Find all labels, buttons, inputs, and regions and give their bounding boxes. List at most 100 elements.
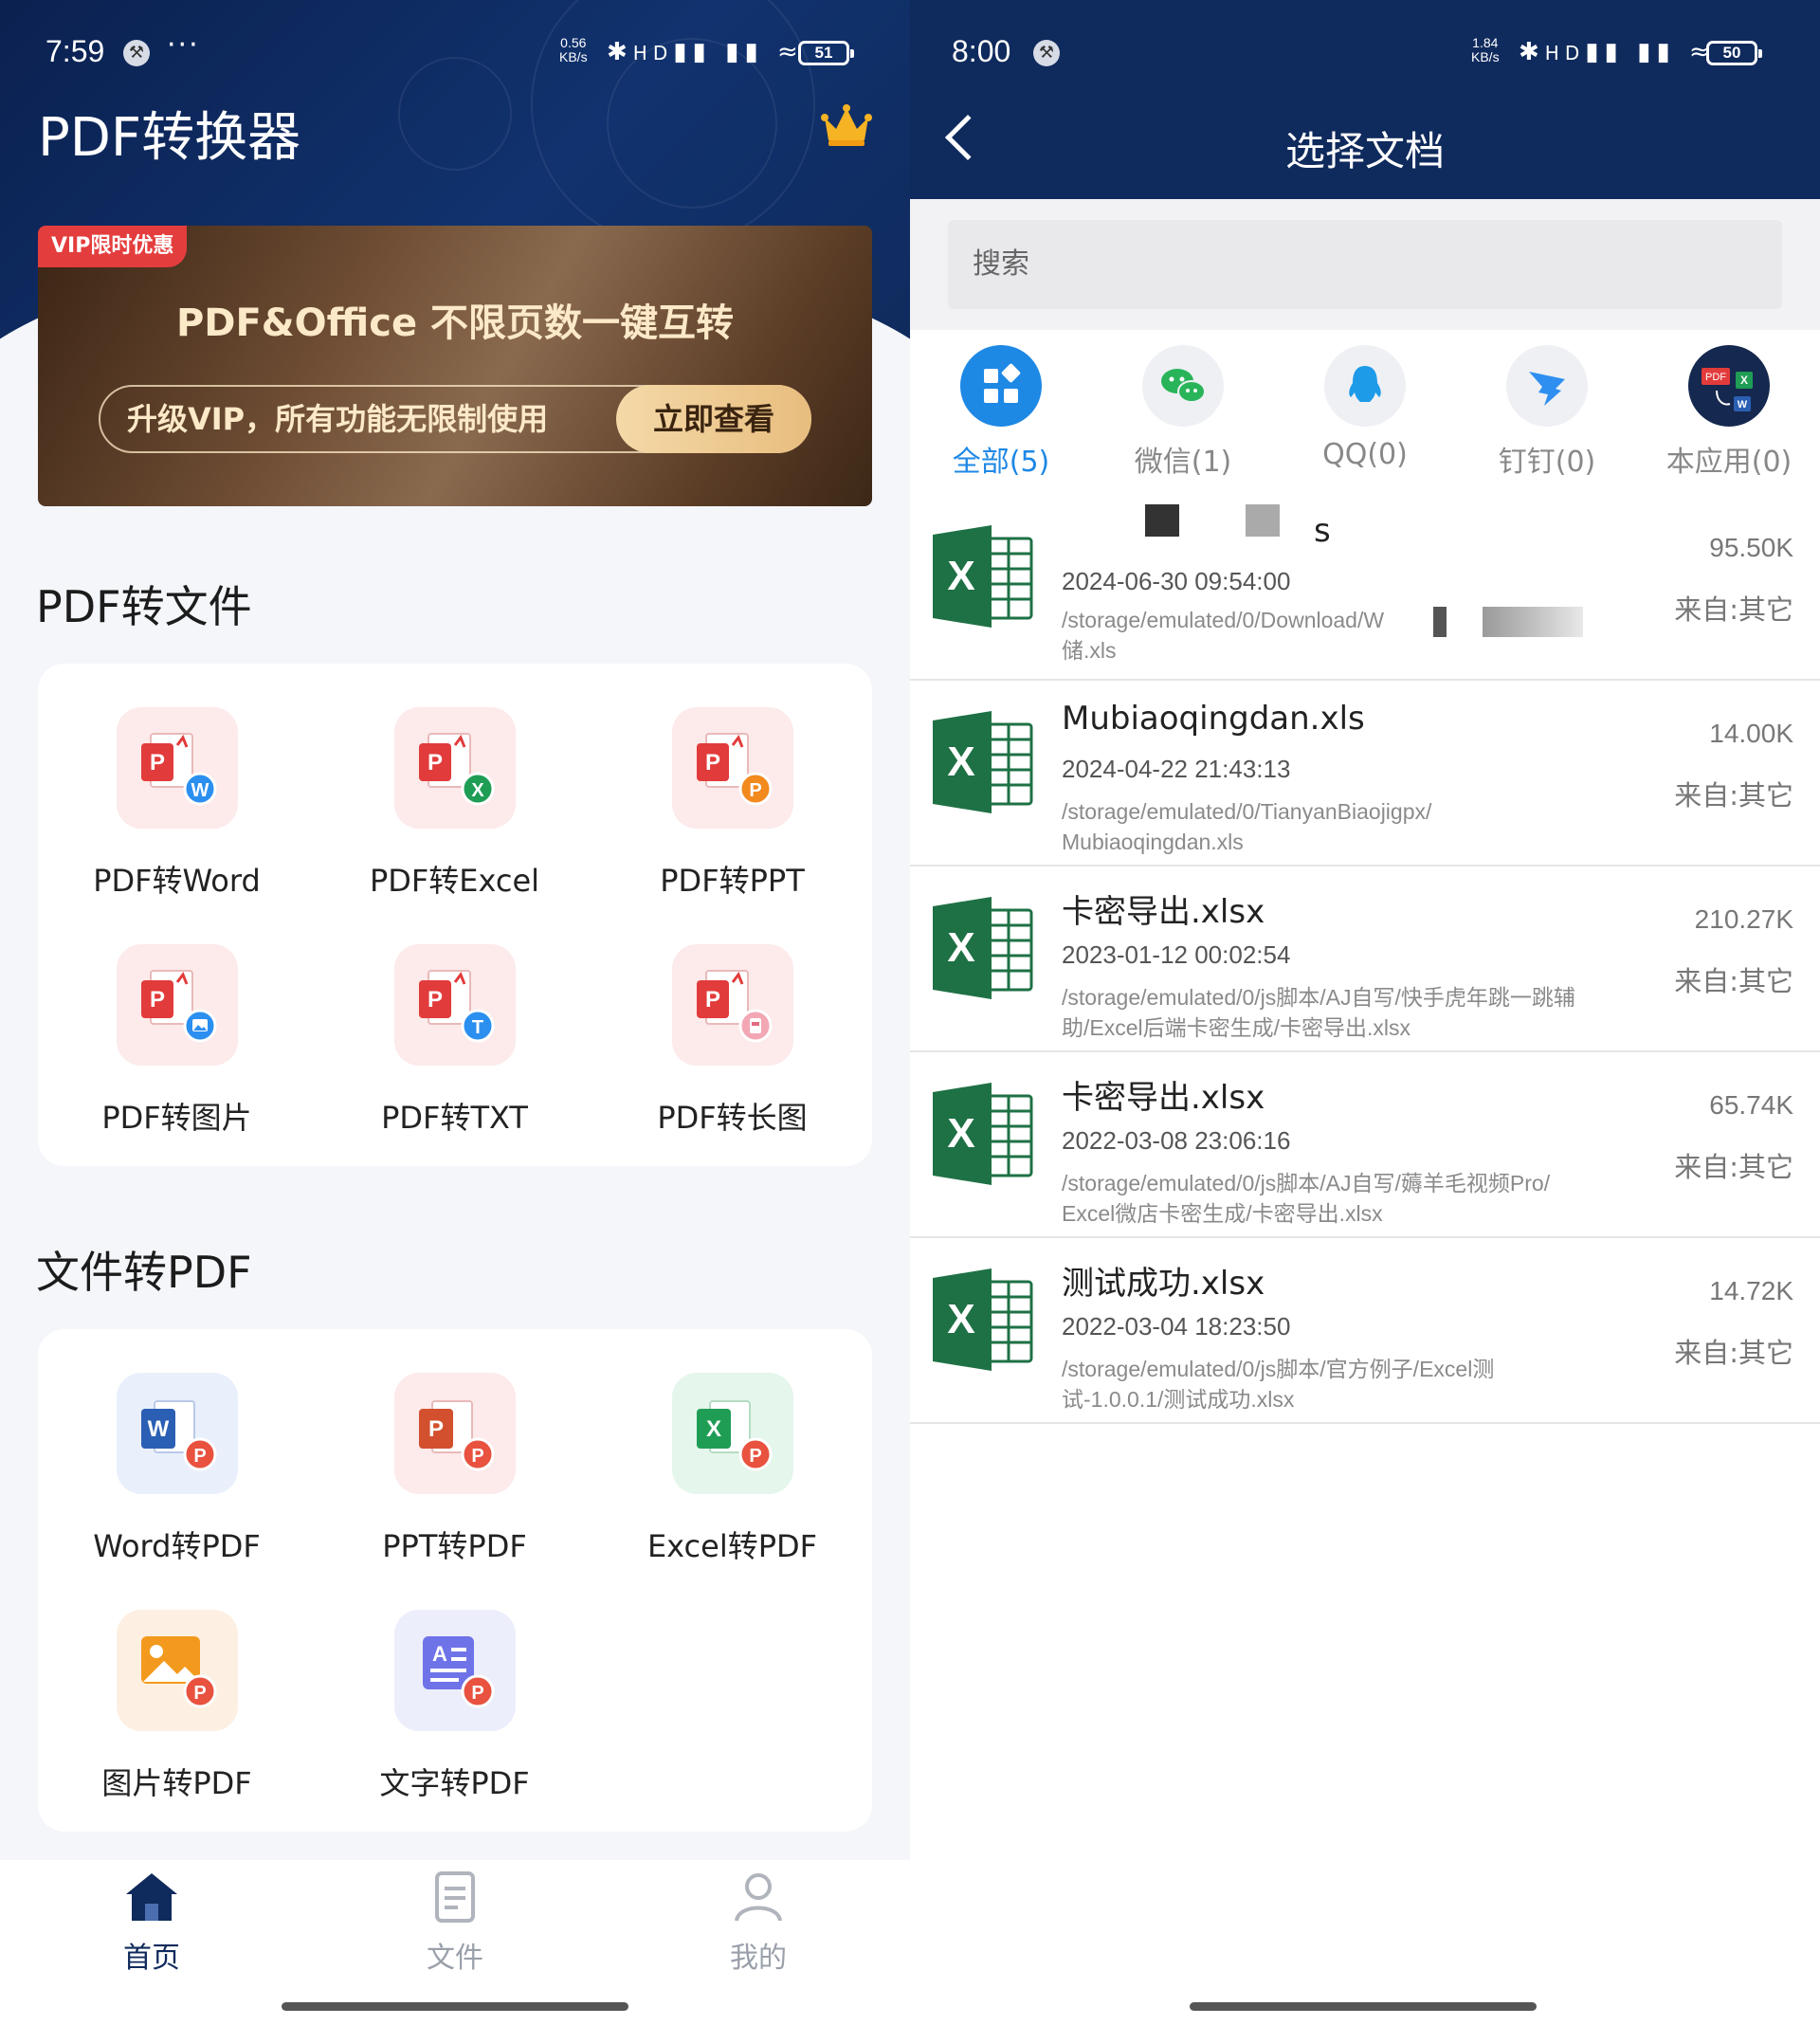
view-now-button[interactable]: 立即查看 (616, 385, 811, 453)
file-source: 来自:其它 (1674, 779, 1793, 812)
tool-pdf-to-txt[interactable]: PT PDF转TXT (316, 944, 593, 1138)
vip-banner[interactable]: VIP限时优惠 PDF&Office 不限页数一键互转 升级VIP，所有功能无限… (38, 226, 872, 506)
svg-text:P: P (428, 1416, 443, 1442)
tool-image-to-pdf[interactable]: P 图片转PDF (38, 1610, 316, 1803)
svg-text:P: P (193, 1446, 206, 1467)
excel-file-icon: X (933, 897, 1033, 999)
svg-text:A: A (432, 1642, 447, 1666)
excel-file-icon: X (933, 525, 1033, 628)
select-document-screen: 8:00 ⚒ 1.84 KB/s ✱HD▮▮ ▮▮ ≈ 50 选择文档 搜索 全部… (910, 0, 1820, 2025)
file-row[interactable]: X Mubiaoqingdan.xls 2024-04-22 21:43:13 … (910, 681, 1820, 867)
source-tab-this-app[interactable]: PDF X W 本应用(0) (1638, 345, 1820, 480)
tool-pdf-to-image[interactable]: P PDF转图片 (38, 944, 316, 1138)
pdf-to-txt-icon: PT (393, 944, 516, 1066)
pdf-to-word-icon: PW (116, 707, 238, 829)
source-label: 钉钉(0) (1498, 446, 1596, 479)
svg-text:T: T (471, 1017, 482, 1038)
file-name: Mubiaoqingdan.xls (1062, 700, 1365, 738)
source-label: QQ(0) (1322, 438, 1408, 471)
crown-icon[interactable] (821, 104, 872, 148)
svg-text:P: P (704, 987, 719, 1012)
file-date: 2022-03-04 18:23:50 (1062, 1312, 1291, 1341)
status-time: 8:00 (952, 34, 1011, 68)
nav-files[interactable]: 文件 (303, 1871, 607, 1976)
tool-text-to-pdf[interactable]: AP 文字转PDF (316, 1610, 593, 1803)
tool-pdf-to-word[interactable]: PW PDF转Word (38, 707, 316, 901)
tool-excel-to-pdf[interactable]: XP Excel转PDF (593, 1373, 871, 1566)
redaction-block (1483, 607, 1583, 637)
file-row[interactable]: X 卡密导出.xlsx 2023-01-12 00:02:54 /storage… (910, 867, 1820, 1052)
tool-label: PDF转PPT (660, 863, 805, 899)
svg-text:X: X (947, 924, 974, 971)
svg-text:X: X (947, 553, 974, 599)
tool-pdf-to-long-image[interactable]: P PDF转长图 (593, 944, 871, 1138)
network-speed: 1.84 KB/s (1471, 35, 1500, 64)
svg-text:P: P (749, 780, 761, 801)
file-icon (435, 1871, 475, 1923)
svg-text:X: X (947, 1110, 974, 1157)
tool-label: PDF转Excel (369, 863, 540, 899)
source-tab-qq[interactable]: QQ(0) (1274, 345, 1456, 471)
svg-text:X: X (1740, 374, 1748, 387)
file-path: /storage/emulated/0/TianyanBiaojigpx/Mub… (1062, 799, 1432, 854)
tool-label: PDF转TXT (381, 1100, 528, 1136)
file-source: 来自:其它 (1674, 593, 1793, 626)
svg-text:W: W (147, 1416, 169, 1442)
tool-ppt-to-pdf[interactable]: PP PPT转PDF (316, 1373, 593, 1566)
redaction-block (1246, 504, 1280, 537)
excel-to-pdf-icon: XP (671, 1373, 793, 1494)
search-input[interactable]: 搜索 (948, 220, 1782, 309)
tool-pdf-to-excel[interactable]: PX PDF转Excel (316, 707, 593, 901)
signal-icons: ✱HD▮▮ ▮▮ ≈ (607, 38, 804, 66)
tool-label: Word转PDF (93, 1528, 261, 1564)
excel-file-icon: X (933, 711, 1033, 813)
svg-text:P: P (149, 987, 164, 1012)
grid-icon (960, 345, 1042, 427)
redaction-block (1145, 504, 1179, 537)
nav-home[interactable]: 首页 (0, 1871, 303, 1976)
network-speed: 0.56 KB/s (559, 35, 588, 64)
file-name: 卡密导出.xlsx (1062, 893, 1265, 931)
section-title-pdf-to-file: PDF转文件 (36, 581, 252, 632)
svg-text:P: P (471, 1446, 483, 1467)
file-row[interactable]: X 卡密导出.xlsx 2022-03-08 23:06:16 /storage… (910, 1052, 1820, 1238)
excel-file-icon: X (933, 1083, 1033, 1185)
file-size: 14.00K (1709, 719, 1793, 748)
battery-indicator: 51 (798, 41, 854, 65)
image-to-pdf-icon: P (116, 1610, 238, 1731)
file-row[interactable]: X s 2024-06-30 09:54:00 /storage/emulate… (910, 495, 1820, 681)
pdf-to-long-image-icon: P (671, 944, 793, 1066)
more-dots-icon: ··· (167, 28, 200, 62)
tool-word-to-pdf[interactable]: WP Word转PDF (38, 1373, 316, 1566)
tool-label: Excel转PDF (646, 1528, 818, 1564)
file-size: 65.74K (1709, 1090, 1793, 1120)
vip-tag: VIP限时优惠 (38, 226, 188, 267)
banner-title: PDF&Office 不限页数一键互转 (175, 301, 735, 345)
file-date: 2024-04-22 21:43:13 (1062, 755, 1291, 783)
svg-text:W: W (191, 780, 209, 801)
source-tab-all[interactable]: 全部(5) (910, 345, 1092, 480)
nav-files-label: 文件 (427, 1942, 483, 1975)
pdf-to-ppt-icon: PP (671, 707, 793, 829)
source-tab-wechat[interactable]: 微信(1) (1092, 345, 1274, 480)
tool-label: 图片转PDF (101, 1765, 252, 1801)
source-tab-dingtalk[interactable]: 钉钉(0) (1456, 345, 1638, 480)
file-size: 95.50K (1709, 533, 1793, 562)
gesture-bar[interactable] (282, 2002, 628, 2011)
battery-indicator: 50 (1706, 41, 1762, 65)
banner-pill: 升级VIP，所有功能无限制使用 立即查看 (99, 385, 811, 453)
gesture-bar[interactable] (1190, 2002, 1537, 2011)
svg-text:X: X (947, 739, 974, 785)
nav-profile[interactable]: 我的 (607, 1871, 910, 1976)
excel-file-icon: X (933, 1268, 1033, 1371)
word-to-pdf-icon: WP (116, 1373, 238, 1494)
file-name: 测试成功.xlsx (1062, 1265, 1265, 1303)
svg-text:X: X (471, 780, 484, 801)
file-name: s (1314, 512, 1331, 550)
tool-pdf-to-ppt[interactable]: PP PDF转PPT (593, 707, 871, 901)
signal-icons: ✱HD▮▮ ▮▮ ≈ (1519, 38, 1716, 66)
file-row[interactable]: X 测试成功.xlsx 2022-03-04 18:23:50 /storage… (910, 1238, 1820, 1424)
file-date: 2023-01-12 00:02:54 (1062, 940, 1291, 969)
redaction-block (1433, 607, 1447, 637)
tool-label: PDF转Word (93, 863, 261, 899)
